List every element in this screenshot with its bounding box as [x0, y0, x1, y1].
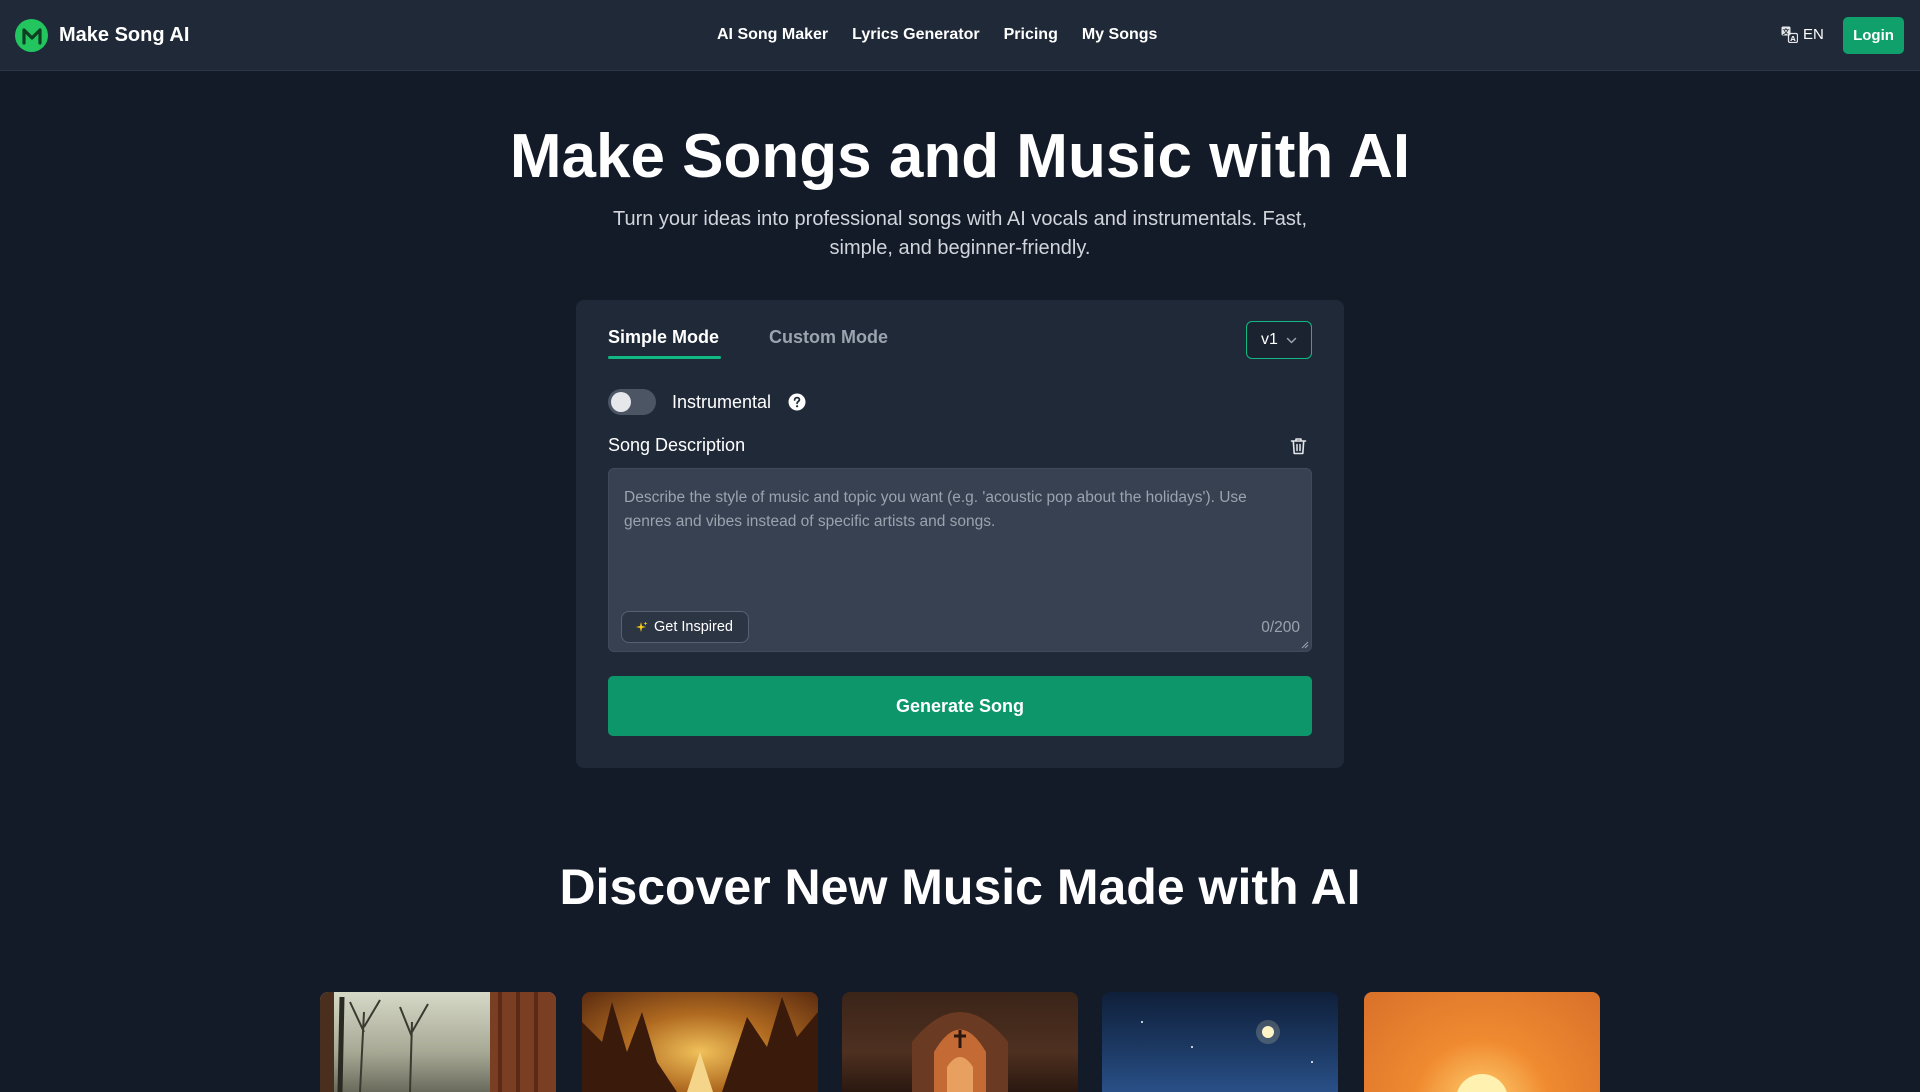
tab-custom-mode[interactable]: Custom Mode — [769, 327, 888, 348]
main-nav: AI Song Maker Lyrics Generator Pricing M… — [717, 26, 1181, 44]
hero-title: Make Songs and Music with AI — [509, 122, 1411, 191]
song-cover-4[interactable] — [1102, 992, 1338, 1092]
active-tab-indicator — [608, 356, 721, 359]
nav-pricing[interactable]: Pricing — [1004, 26, 1058, 44]
song-cover-5[interactable] — [1364, 992, 1600, 1092]
generate-song-button[interactable]: Generate Song — [608, 676, 1312, 736]
brand-link[interactable]: Make Song AI — [15, 19, 189, 52]
login-button[interactable]: Login — [1843, 17, 1904, 54]
language-label: EN — [1803, 26, 1824, 43]
chevron-down-icon — [1286, 337, 1297, 343]
song-cover-3[interactable] — [842, 992, 1078, 1092]
sparkle-icon — [636, 621, 648, 632]
toggle-knob — [611, 392, 631, 412]
discover-section-title: Discover New Music Made with AI — [559, 859, 1361, 915]
get-inspired-label: Get Inspired — [654, 619, 733, 635]
song-description-label: Song Description — [608, 435, 746, 455]
song-cover-1[interactable] — [320, 992, 556, 1092]
nav-ai-song-maker[interactable]: AI Song Maker — [717, 26, 828, 44]
instrumental-label: Instrumental — [672, 392, 772, 412]
hero-subtitle: Turn your ideas into professional songs … — [612, 208, 1308, 259]
sunset-image — [1457, 1074, 1507, 1092]
resize-grip-icon[interactable] — [1301, 641, 1309, 649]
model-version-value: v1 — [1261, 331, 1278, 348]
svg-text:A: A — [1790, 35, 1796, 43]
get-inspired-button[interactable]: Get Inspired — [621, 611, 749, 643]
nav-my-songs[interactable]: My Songs — [1082, 26, 1158, 44]
brand-name: Make Song AI — [59, 24, 190, 46]
tab-simple-mode[interactable]: Simple Mode — [608, 327, 719, 348]
nav-lyrics-generator[interactable]: Lyrics Generator — [852, 26, 979, 44]
top-nav-bar: Make Song AI AI Song Maker Lyrics Genera… — [0, 0, 1920, 71]
autumn-path-image — [582, 997, 818, 1092]
trash-icon[interactable] — [1290, 437, 1307, 455]
brand-logo-m-glyph — [21, 27, 42, 45]
forest-window-image — [320, 992, 556, 1092]
language-icon: 文 A — [1781, 26, 1798, 43]
character-counter: 0/200 — [1261, 619, 1300, 636]
instrumental-toggle[interactable] — [608, 389, 656, 415]
song-description-box: Get Inspired 0/200 — [608, 468, 1312, 652]
church-window-image — [912, 1012, 1008, 1092]
language-switcher[interactable]: 文 A EN — [1781, 26, 1824, 43]
night-moon-image — [1141, 1020, 1313, 1063]
brand-logo-icon — [15, 19, 48, 52]
help-circle-icon[interactable] — [788, 393, 806, 411]
song-cover-2[interactable] — [582, 992, 818, 1092]
model-version-select[interactable]: v1 — [1246, 321, 1312, 359]
